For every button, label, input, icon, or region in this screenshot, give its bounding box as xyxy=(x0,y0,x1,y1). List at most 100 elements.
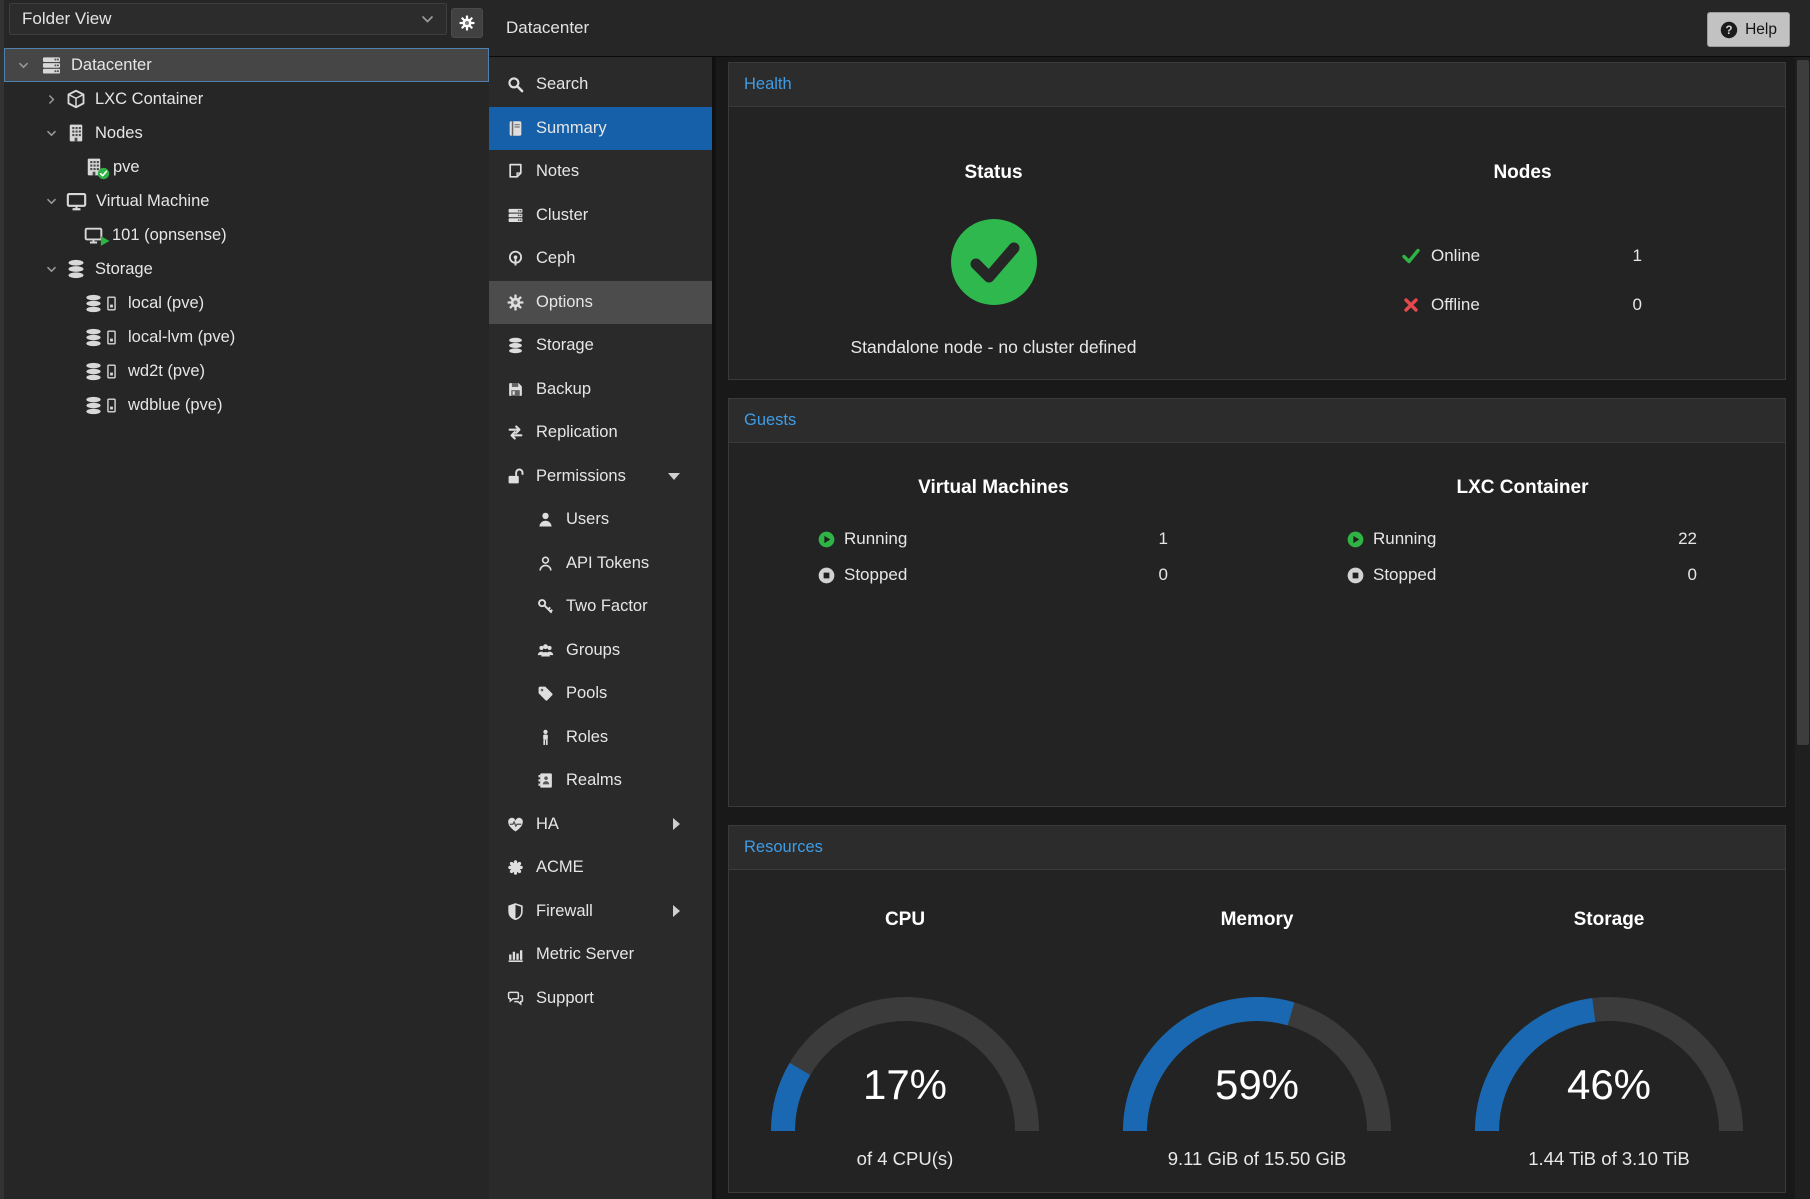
menu-item-firewall[interactable]: Firewall xyxy=(489,890,712,934)
storage-detail: 1.44 TiB of 3.10 TiB xyxy=(1433,1148,1785,1170)
tree-item-vm-101[interactable]: 101 (opnsense) xyxy=(4,218,489,252)
monitor-icon xyxy=(66,191,87,212)
caret-open-icon[interactable] xyxy=(46,128,57,139)
menu-item-support[interactable]: Support xyxy=(489,977,712,1021)
view-mode-label: Folder View xyxy=(22,9,111,29)
storage-icon xyxy=(84,362,119,381)
ceph-icon xyxy=(507,250,524,267)
caret-open-icon[interactable] xyxy=(46,264,57,275)
database-icon xyxy=(507,337,524,354)
menu-item-api-tokens[interactable]: API Tokens xyxy=(489,542,712,586)
menu-item-ceph[interactable]: Ceph xyxy=(489,237,712,281)
page-title: Datacenter xyxy=(506,0,589,56)
online-count: 1 xyxy=(1633,246,1642,266)
vm-heading: Virtual Machines xyxy=(729,477,1258,499)
tree-item-datacenter[interactable]: Datacenter xyxy=(4,48,489,82)
memory-detail: 9.11 GiB of 15.50 GiB xyxy=(1081,1148,1433,1170)
menu-item-two-factor[interactable]: Two Factor xyxy=(489,585,712,629)
cross-icon xyxy=(1402,296,1420,314)
vm-running-icon xyxy=(84,226,103,245)
gear-icon xyxy=(507,294,524,311)
caret-closed-icon[interactable] xyxy=(46,94,57,105)
caret-open-icon[interactable] xyxy=(18,60,29,71)
nodes-online-row: Online 1 xyxy=(1402,231,1642,280)
tree-item-storage-local-lvm[interactable]: local-lvm (pve) xyxy=(4,320,489,354)
menu-item-ha[interactable]: HA xyxy=(489,803,712,847)
tree-item-nodes[interactable]: Nodes xyxy=(4,116,489,150)
tree-item-pve[interactable]: pve xyxy=(4,150,489,184)
nodes-heading: Nodes xyxy=(1258,162,1787,184)
vertical-scrollbar[interactable] xyxy=(1795,57,1810,1199)
bar-chart-icon xyxy=(507,946,524,963)
database-icon xyxy=(66,259,86,279)
chevron-right-icon xyxy=(673,818,680,830)
menu-item-permissions[interactable]: Permissions xyxy=(489,455,712,499)
lock-open-icon xyxy=(507,468,524,485)
building-icon xyxy=(66,123,86,143)
tree-item-virtual-machine[interactable]: Virtual Machine xyxy=(4,184,489,218)
tree-item-storage-wd2t[interactable]: wd2t (pve) xyxy=(4,354,489,388)
running-icon xyxy=(1347,531,1364,548)
resources-panel-header: Resources xyxy=(729,826,1785,870)
tree-item-lxc-container[interactable]: LXC Container xyxy=(4,82,489,116)
menu-item-notes[interactable]: Notes xyxy=(489,150,712,194)
heartbeat-icon xyxy=(507,816,524,833)
lxc-stopped-count: 0 xyxy=(1688,565,1697,585)
floppy-icon xyxy=(507,381,524,398)
seal-icon xyxy=(507,859,524,876)
note-icon xyxy=(507,163,524,180)
check-icon xyxy=(1402,247,1420,265)
menu-item-roles[interactable]: Roles xyxy=(489,716,712,760)
guests-panel: Guests Virtual Machines Running 1 Stoppe… xyxy=(728,398,1786,807)
menu-item-storage[interactable]: Storage xyxy=(489,324,712,368)
view-mode-select[interactable]: Folder View xyxy=(9,3,447,35)
vm-stopped-row: Stopped 0 xyxy=(818,557,1168,593)
menu-item-summary[interactable]: Summary xyxy=(489,107,712,151)
health-panel: Health Status Standalone node - no clust… xyxy=(728,62,1786,380)
vm-stopped-count: 0 xyxy=(1159,565,1168,585)
scrollbar-thumb[interactable] xyxy=(1797,60,1809,745)
cpu-gauge: CPU 17% of 4 CPU(s) xyxy=(729,870,1081,1194)
content-header: Datacenter Help xyxy=(489,0,1810,57)
menu-item-search[interactable]: Search xyxy=(489,63,712,107)
server-icon xyxy=(507,207,524,224)
menu-item-metric-server[interactable]: Metric Server xyxy=(489,933,712,977)
server-icon xyxy=(41,55,62,76)
memory-percent: 59% xyxy=(1117,1061,1397,1109)
address-book-icon xyxy=(537,772,554,789)
play-badge-icon xyxy=(99,235,111,247)
cpu-percent: 17% xyxy=(765,1061,1045,1109)
menu-item-users[interactable]: Users xyxy=(489,498,712,542)
resource-tree: Datacenter LXC Container Nodes pve Virtu… xyxy=(4,48,489,422)
lxc-stopped-row: Stopped 0 xyxy=(1347,557,1697,593)
tree-settings-button[interactable] xyxy=(451,8,483,38)
menu-item-options[interactable]: Options xyxy=(489,281,712,325)
menu-item-groups[interactable]: Groups xyxy=(489,629,712,673)
menu-item-realms[interactable]: Realms xyxy=(489,759,712,803)
datacenter-menu: Search Summary Notes Cluster Ceph Option… xyxy=(489,57,714,1199)
tree-item-storage-wdblue[interactable]: wdblue (pve) xyxy=(4,388,489,422)
memory-gauge: Memory 59% 9.11 GiB of 15.50 GiB xyxy=(1081,870,1433,1194)
menu-item-replication[interactable]: Replication xyxy=(489,411,712,455)
status-message: Standalone node - no cluster defined xyxy=(729,337,1258,358)
chevron-down-icon xyxy=(668,473,680,480)
menu-item-acme[interactable]: ACME xyxy=(489,846,712,890)
storage-icon xyxy=(84,328,119,347)
question-icon xyxy=(1720,21,1738,39)
storage-icon xyxy=(84,396,119,415)
status-ok-icon xyxy=(951,219,1037,305)
menu-item-backup[interactable]: Backup xyxy=(489,368,712,412)
caret-open-icon[interactable] xyxy=(46,196,57,207)
stopped-icon xyxy=(1347,567,1364,584)
tree-item-storage[interactable]: Storage xyxy=(4,252,489,286)
menu-item-pools[interactable]: Pools xyxy=(489,672,712,716)
status-heading: Status xyxy=(729,162,1258,184)
vm-running-row: Running 1 xyxy=(818,521,1168,557)
tree-item-storage-local[interactable]: local (pve) xyxy=(4,286,489,320)
search-icon xyxy=(507,76,524,93)
summary-content: Health Status Standalone node - no clust… xyxy=(716,57,1810,1199)
nodes-offline-row: Offline 0 xyxy=(1402,280,1642,329)
help-button[interactable]: Help xyxy=(1707,12,1790,47)
menu-item-cluster[interactable]: Cluster xyxy=(489,194,712,238)
check-badge-icon xyxy=(97,167,110,180)
